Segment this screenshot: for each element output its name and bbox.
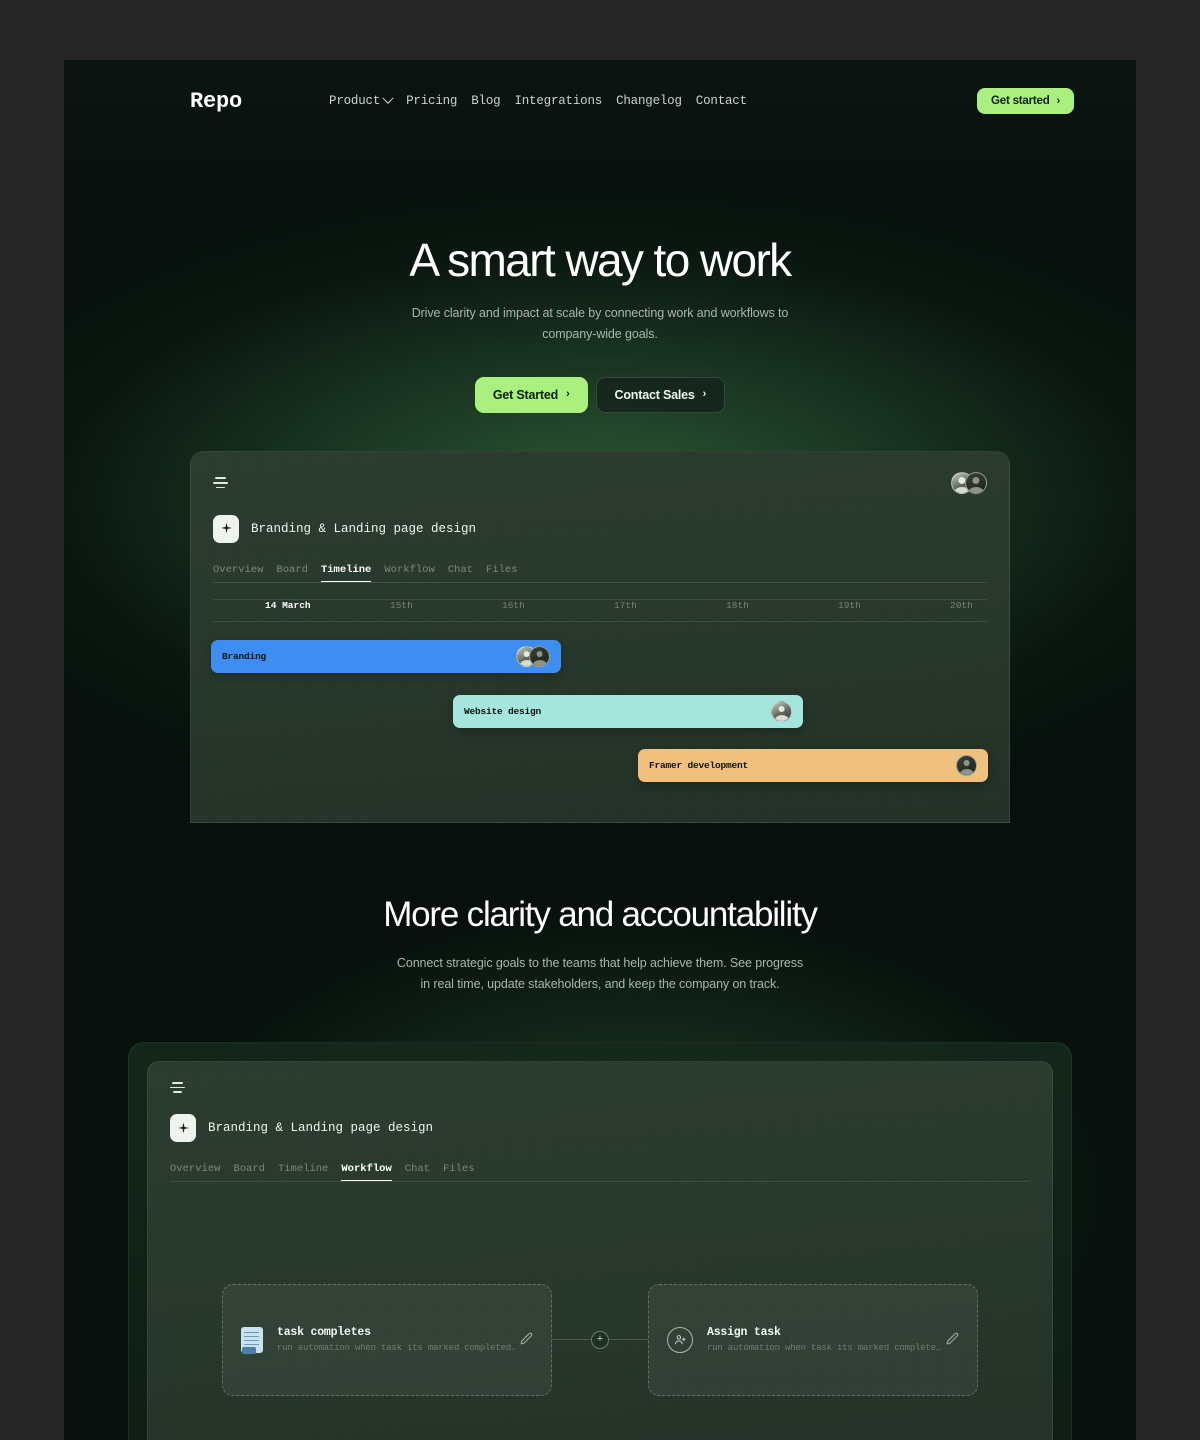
- main-nav: Product Pricing Blog Integrations Change…: [329, 92, 747, 108]
- hero-get-started-button[interactable]: Get Started ›: [474, 376, 588, 413]
- app-tabs: Overview Board Timeline Workflow Chat Fi…: [213, 564, 987, 583]
- timeline-date: 20th: [950, 599, 973, 611]
- timeline-axis-rule: [213, 620, 987, 622]
- project-title: Branding & Landing page design: [251, 521, 477, 536]
- hero-cta-group: Get Started › Contact Sales ›: [64, 376, 1136, 413]
- hero-primary-label: Get Started: [492, 387, 559, 402]
- workflow-connector: +: [552, 1330, 648, 1349]
- avatar: [956, 754, 977, 776]
- timeline-date: 16th: [502, 599, 525, 611]
- timeline-date: 18th: [726, 599, 749, 611]
- bar-avatars: [956, 754, 977, 776]
- nav-label: Product: [329, 94, 381, 108]
- hamburger-icon[interactable]: [213, 477, 228, 489]
- bar-avatars: [771, 700, 792, 722]
- pencil-icon[interactable]: [946, 1332, 959, 1348]
- timeline-app-mockup: Branding & Landing page design Overview …: [190, 450, 1010, 823]
- document-icon: [241, 1326, 263, 1354]
- timeline-bar-website-design[interactable]: Website design: [453, 694, 803, 728]
- timeline-bar-label: Branding: [222, 650, 267, 662]
- tab-files[interactable]: Files: [443, 1163, 475, 1181]
- workflow-card-task-completes[interactable]: task completes run automation when task …: [222, 1283, 552, 1396]
- tab-board[interactable]: Board: [233, 1163, 265, 1181]
- app-tabs: Overview Board Timeline Workflow Chat Fi…: [170, 1163, 1030, 1183]
- workflow-card-subtitle: run automation when task its marked comp…: [277, 1343, 517, 1354]
- clarity-section: More clarity and accountability Connect …: [64, 823, 1136, 995]
- workflow-card-assign-task[interactable]: Assign task run automation when task its…: [648, 1283, 978, 1396]
- bar-avatars: [516, 645, 550, 667]
- timeline-date: 19th: [838, 599, 861, 611]
- sparkle-icon: [170, 1114, 196, 1143]
- nav-item-contact[interactable]: Contact: [696, 94, 747, 108]
- tab-workflow[interactable]: Workflow: [341, 1163, 392, 1182]
- workflow-canvas: task completes run automation when task …: [170, 1182, 1030, 1440]
- project-title: Branding & Landing page design: [208, 1121, 434, 1136]
- hero-subtitle: Drive clarity and impact at scale by con…: [411, 306, 789, 341]
- workflow-app-mockup: Branding & Landing page design Overview …: [147, 1061, 1053, 1440]
- sparkle-icon: [213, 514, 239, 543]
- tab-overview[interactable]: Overview: [170, 1163, 220, 1181]
- workflow-panel: Branding & Landing page design Overview …: [128, 1042, 1072, 1440]
- timeline-track: Branding Website design Framer developme…: [211, 636, 988, 822]
- hamburger-icon[interactable]: [170, 1082, 185, 1094]
- nav-item-integrations[interactable]: Integrations: [514, 94, 602, 108]
- nav-item-blog[interactable]: Blog: [471, 94, 500, 108]
- timeline-bar-framer-development[interactable]: Framer development: [638, 748, 988, 782]
- project-header: Branding & Landing page design: [213, 514, 987, 543]
- header-get-started-button[interactable]: Get started ›: [977, 88, 1074, 114]
- add-person-icon: [667, 1326, 693, 1353]
- timeline-date: 17th: [614, 599, 637, 611]
- chevron-down-icon: [382, 92, 394, 104]
- workflow-card-subtitle: run automation when task its marked comp…: [707, 1343, 946, 1354]
- hero-secondary-label: Contact Sales: [614, 387, 695, 402]
- chevron-right-icon: ›: [1056, 94, 1061, 107]
- tab-chat[interactable]: Chat: [405, 1163, 430, 1181]
- nav-item-product[interactable]: Product: [329, 92, 394, 108]
- section-title: More clarity and accountability: [383, 894, 818, 934]
- nav-item-pricing[interactable]: Pricing: [406, 94, 457, 108]
- header-cta-label: Get started: [991, 95, 1050, 107]
- avatar[interactable]: [965, 471, 987, 494]
- timeline-bar-label: Website design: [464, 705, 542, 717]
- workflow-card-title: Assign task: [707, 1326, 781, 1340]
- chevron-right-icon: ›: [566, 388, 570, 401]
- workflow-card-title: task completes: [277, 1326, 371, 1340]
- tab-overview[interactable]: Overview: [213, 564, 263, 582]
- pencil-icon[interactable]: [520, 1332, 533, 1348]
- timeline-date-axis: 14 March 15th 16th 17th 18th 19th 20th: [213, 598, 987, 621]
- page-title: A smart way to work: [409, 234, 792, 286]
- hero-section: A smart way to work Drive clarity and im…: [64, 142, 1136, 413]
- nav-item-changelog[interactable]: Changelog: [616, 94, 682, 108]
- chevron-right-icon: ›: [702, 388, 707, 401]
- avatar: [529, 645, 550, 667]
- plus-icon[interactable]: +: [591, 1330, 609, 1349]
- landing-page: Repo Product Pricing Blog Integrations C…: [64, 60, 1136, 1440]
- tab-board[interactable]: Board: [276, 564, 308, 582]
- timeline-bar-branding[interactable]: Branding: [211, 639, 561, 673]
- tab-timeline[interactable]: Timeline: [320, 564, 372, 582]
- timeline-date: 14 March: [265, 599, 311, 611]
- section-subtitle: Connect strategic goals to the teams tha…: [396, 955, 804, 991]
- timeline-date: 15th: [390, 599, 413, 611]
- project-header: Branding & Landing page design: [170, 1114, 1030, 1143]
- member-avatars: [951, 471, 987, 494]
- tab-timeline[interactable]: Timeline: [278, 1163, 328, 1181]
- hero-contact-sales-button[interactable]: Contact Sales ›: [595, 376, 726, 413]
- logo[interactable]: Repo: [190, 89, 242, 114]
- timeline-bar-label: Framer development: [649, 759, 749, 771]
- tab-files[interactable]: Files: [486, 564, 518, 582]
- avatar: [771, 700, 792, 722]
- tab-chat[interactable]: Chat: [448, 564, 473, 582]
- tab-workflow[interactable]: Workflow: [384, 564, 434, 582]
- site-header: Repo Product Pricing Blog Integrations C…: [64, 60, 1136, 142]
